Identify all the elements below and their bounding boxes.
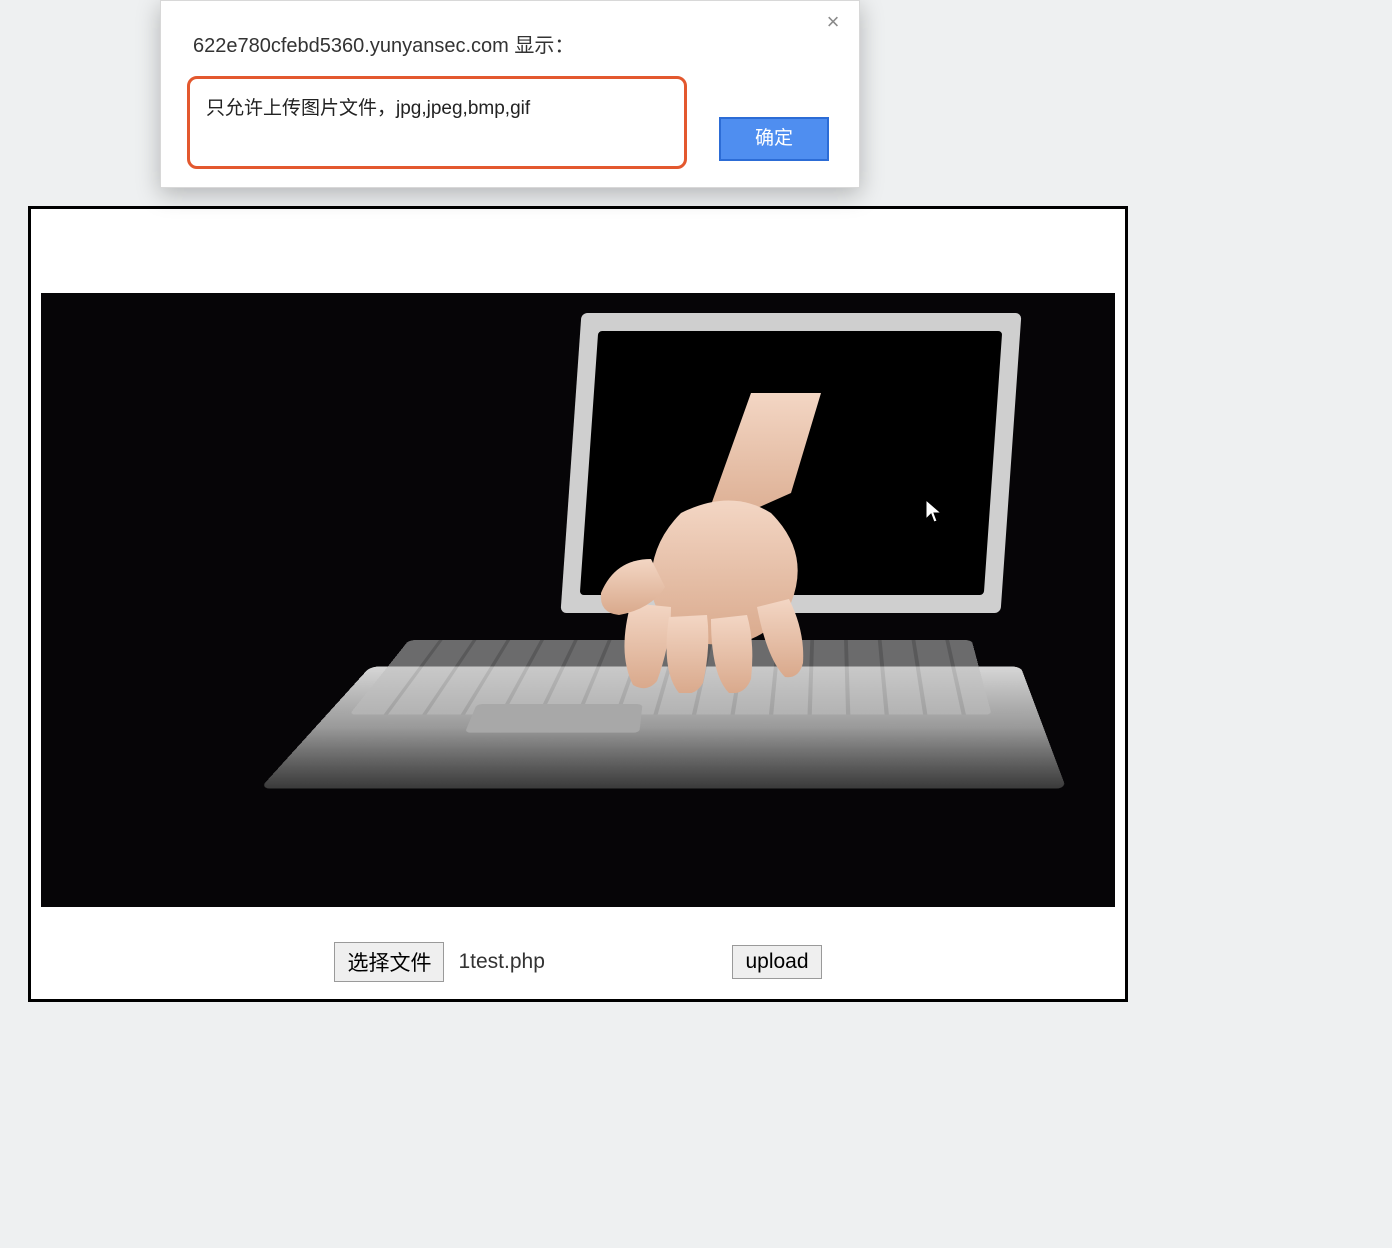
upload-form: 选择文件 1test.php upload <box>31 939 1125 985</box>
laptop-trackpad <box>465 704 643 733</box>
laptop-screen <box>580 331 1002 595</box>
close-icon[interactable]: × <box>821 11 845 35</box>
selected-filename: 1test.php <box>458 950 718 974</box>
laptop-keyboard <box>349 640 991 715</box>
upload-button[interactable]: upload <box>732 945 821 979</box>
dialog-footer: 确定 <box>187 117 833 161</box>
hero-image <box>41 293 1115 907</box>
content-card: 选择文件 1test.php upload <box>28 206 1128 1002</box>
js-alert-dialog: × 622e780cfebd5360.yunyansec.com 显示： 只允许… <box>160 0 860 188</box>
choose-file-button[interactable]: 选择文件 <box>334 942 444 982</box>
ok-button[interactable]: 确定 <box>719 117 829 161</box>
dialog-origin-title: 622e780cfebd5360.yunyansec.com 显示： <box>187 29 833 58</box>
